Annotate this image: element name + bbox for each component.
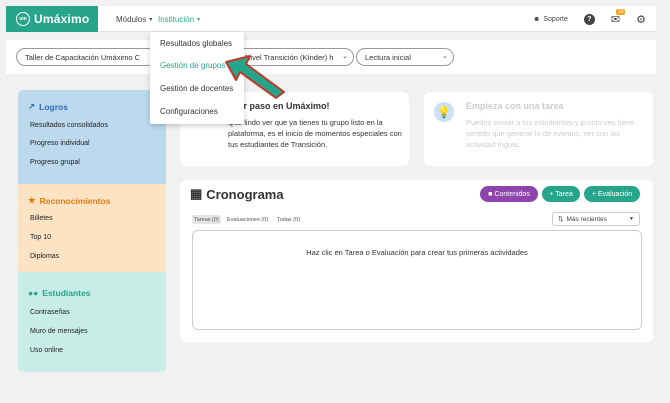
brand-name: Umáximo	[34, 12, 90, 26]
umaximo-logo-icon: um	[16, 12, 30, 26]
nav-institucion-label: Institución	[158, 14, 195, 24]
welcome-text: Qué lindo ver que ya tienes tu grupo lis…	[228, 118, 402, 149]
contenidos-label: Contenidos	[494, 190, 530, 198]
taller-select[interactable]: Taller de Capacitación Umáximo C	[16, 48, 166, 66]
tab-tareas[interactable]: Tareas (0)	[192, 215, 221, 224]
chevron-down-icon: ▼	[629, 216, 634, 222]
plus-icon: +	[549, 190, 554, 198]
sidebar-item-resultados-consolidados[interactable]: Resultados consolidados	[30, 122, 108, 129]
sidebar-section-estudiantes: ●● Estudiantes Contraseñas Muro de mensa…	[18, 272, 166, 372]
user-icon: ☻	[533, 15, 541, 23]
sidebar-item-contrasenas[interactable]: Contraseñas	[30, 309, 70, 316]
lectura-select[interactable]: Lectura inicial ⌄	[356, 48, 454, 66]
sidebar: ↗ Logros Resultados consolidados Progres…	[18, 90, 166, 372]
nav-right-actions: ☻ Soporte ? ✉ 10 ⚙	[533, 6, 646, 32]
chevron-down-icon: ⌄	[342, 53, 348, 60]
book-icon: ■	[488, 190, 493, 198]
trophy-icon: ★	[28, 195, 36, 205]
tarea-button[interactable]: + Tarea	[542, 186, 580, 202]
empty-state-text: Haz clic en Tarea o Evaluación para crea…	[306, 248, 528, 257]
tasks-hint-text: Puedes enviar a tus estudiantes y pronto…	[466, 118, 635, 149]
sidebar-head-logros[interactable]: ↗ Logros	[28, 101, 68, 112]
soporte-label: Soporte	[543, 15, 568, 23]
sidebar-head-label: Estudiantes	[42, 288, 91, 298]
cronograma-card: ▦ Cronograma ■ Contenidos + Tarea + Eval…	[180, 180, 653, 342]
gear-icon[interactable]: ⚙	[636, 13, 646, 26]
menu-item-gestion-de-docentes[interactable]: Gestión de docentes	[160, 84, 233, 93]
users-icon: ●●	[28, 288, 39, 298]
help-icon[interactable]: ?	[583, 13, 595, 25]
contenidos-button[interactable]: ■ Contenidos	[480, 186, 538, 202]
bell-icon[interactable]: ✉ 10	[611, 8, 626, 26]
sidebar-head-label: Logros	[39, 101, 68, 112]
taller-select-value: Taller de Capacitación Umáximo C	[25, 52, 141, 62]
tab-evaluaciones[interactable]: Evaluaciones (0)	[225, 215, 270, 224]
evaluacion-button[interactable]: + Evaluación	[584, 186, 640, 202]
menu-item-configuraciones[interactable]: Configuraciones	[160, 107, 218, 116]
soporte-link[interactable]: ☻ Soporte	[533, 16, 568, 23]
sidebar-item-progreso-grupal[interactable]: Progreso grupal	[30, 159, 80, 166]
sidebar-item-diplomas[interactable]: Diplomas	[30, 253, 59, 260]
menu-item-resultados-globales[interactable]: Resultados globales	[160, 39, 232, 48]
plus-icon: +	[591, 190, 596, 198]
lectura-select-value: Lectura inicial	[365, 52, 411, 62]
chevron-down-icon: ⌄	[442, 53, 448, 60]
sidebar-head-estudiantes[interactable]: ●● Estudiantes	[28, 288, 90, 298]
tarea-label: Tarea	[555, 190, 573, 198]
cronograma-label: Cronograma	[206, 186, 284, 202]
tasks-hint-card: 💡 Empieza con una tarea Puedes enviar a …	[424, 92, 653, 166]
sidebar-head-label: Reconocimientos	[39, 195, 111, 206]
filter-bar: Taller de Capacitación Umáximo C Nivel T…	[6, 40, 656, 74]
nav-modulos[interactable]: Módulos ▾	[116, 6, 152, 32]
nav-institucion[interactable]: Institución ▾	[158, 6, 200, 32]
sidebar-item-muro-de-mensajes[interactable]: Muro de mensajes	[30, 328, 88, 335]
arrow-shape	[225, 55, 285, 99]
evaluacion-label: Evaluación	[597, 190, 633, 198]
sidebar-item-top-10[interactable]: Top 10	[30, 234, 51, 241]
menu-item-gestion-de-grupos[interactable]: Gestión de grupos	[160, 61, 225, 70]
sidebar-section-reconocimientos: ★ Reconocimientos Billetes Top 10 Diplom…	[18, 184, 166, 272]
sort-icon: ⇅	[558, 216, 564, 223]
calendar-icon: ▦	[190, 186, 203, 201]
tab-todas[interactable]: Todas (0)	[275, 215, 302, 224]
cronograma-title: ▦ Cronograma	[190, 186, 284, 202]
chevron-down-icon: ▾	[149, 16, 153, 23]
chevron-down-icon: ▾	[197, 16, 201, 23]
lightbulb-icon: 💡	[434, 102, 454, 122]
sort-label: Más recientes	[566, 215, 607, 223]
sidebar-item-billetes[interactable]: Billetes	[30, 215, 53, 222]
sidebar-item-uso-online[interactable]: Uso online	[30, 347, 63, 354]
notification-badge: 10	[615, 8, 626, 15]
sort-select[interactable]: ⇅ Más recientes ▼	[552, 212, 640, 226]
sidebar-head-reconocimientos[interactable]: ★ Reconocimientos	[28, 195, 110, 206]
pointer-arrow-icon	[225, 55, 285, 99]
brand-logo-link[interactable]: um Umáximo	[6, 6, 98, 32]
sidebar-item-progreso-individual[interactable]: Progreso individual	[30, 140, 90, 147]
top-navbar: um Umáximo Módulos ▾ Institución ▾ ☻ Sop…	[6, 6, 656, 32]
sidebar-section-logros: ↗ Logros Resultados consolidados Progres…	[18, 90, 166, 184]
nav-modulos-label: Módulos	[116, 14, 147, 24]
tasks-hint-title: Empieza con una tarea	[466, 101, 564, 111]
empty-state-box: Haz clic en Tarea o Evaluación para crea…	[192, 230, 642, 330]
chart-line-icon: ↗	[28, 101, 36, 111]
